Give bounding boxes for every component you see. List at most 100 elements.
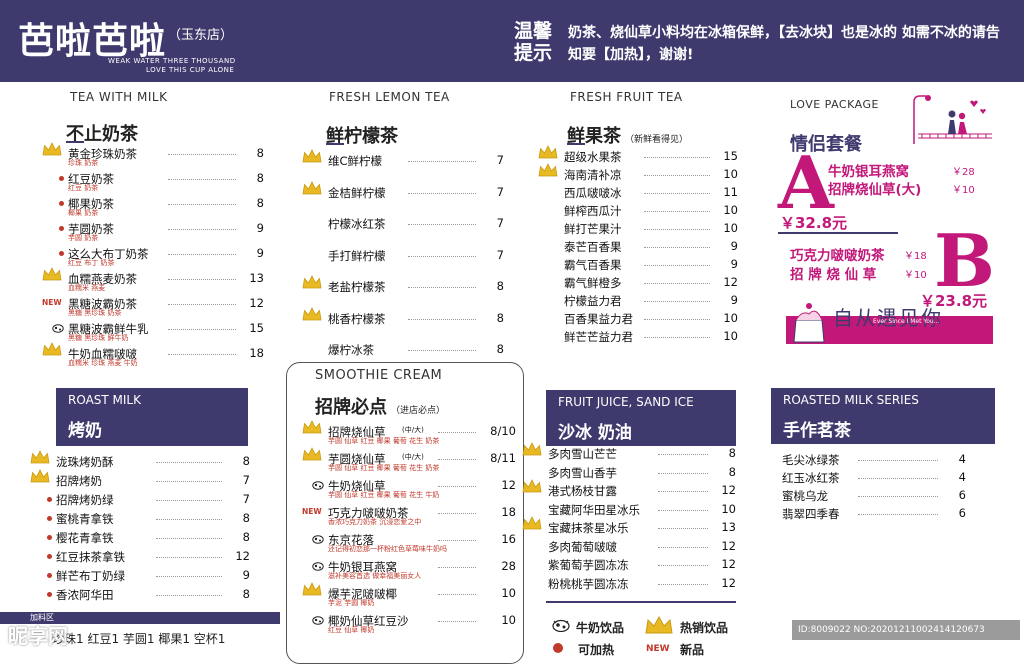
heat-dot-icon [59,176,64,181]
fruit-juice-title-en: FRUIT JUICE, SAND ICE [558,395,694,409]
menu-item-desc: 芋圆 仙草 红豆 椰果 葡萄 花生 奶茶 [328,464,440,472]
menu-item: 紫葡萄芋圆冻冻 12 [548,557,736,573]
menu-item-price: 7 [496,184,504,199]
cow-icon [312,561,324,571]
menu-item-desc: 血糯米 珍珠 燕麦 牛奶 [68,359,138,367]
menu-item-price: 10 [721,501,736,516]
menu-item: 芋圆奶茶 9 芋圆 奶茶 [68,221,264,243]
menu-item-name: 老盐柠檬茶 [328,280,386,294]
crown-icon [302,582,322,596]
heat-dot-icon [47,573,52,578]
roasted-series-title-cn: 手作茗茶 [783,421,851,441]
notice-label: 温馨提示 [514,20,553,64]
menu-item: 蜜桃青拿铁 8 [56,511,250,527]
package-b-item2: 招 牌 烧 仙 草 [790,267,877,283]
menu-item-leader [644,265,710,266]
menu-item-price: 16 [501,532,516,546]
menu-item-name: 鲜芒芒益力君 [564,330,633,344]
crown-icon [302,420,322,434]
menu-item-leader [658,491,708,492]
menu-item-desc: 黑糖 黑珍珠 奶茶 [68,309,122,317]
menu-item: 西瓜啵啵冰 11 [564,185,738,201]
roasted-series-banner: ROASTED MILK SERIES 手作茗茶 [771,388,995,444]
new-tag-icon: NEW [42,298,62,307]
menu-item-price: 12 [501,478,516,492]
menu-item: 招牌烤奶 7 [56,473,250,489]
menu-item-name: 宝藏抹茶星冰乐 [548,521,629,535]
menu-item: 海南清补凉 10 [564,167,738,183]
crown-icon [42,142,62,156]
menu-item-name: 霸气鲜橙多 [564,276,622,290]
menu-item: 宝藏抹茶星冰乐 13 [548,520,736,536]
lemon-tea-underline [326,143,344,145]
crown-icon [302,275,322,289]
menu-item-name: 手打鲜柠檬 [328,248,386,263]
package-b-item1: 巧克力啵啵奶茶 [790,248,885,264]
menu-item-name: 蜜桃乌龙 [782,489,828,503]
menu-item-price: 13 [249,271,264,285]
menu-item: 霸气鲜橙多 12 [564,275,738,291]
menu-item: 爆芋泥啵啵椰 10 芋泥 芋圆 椰奶 [328,586,516,608]
menu-item: 红豆奶茶 8 红豆 奶茶 [68,171,264,193]
menu-item-price: 7 [242,492,250,506]
crown-icon [522,479,542,493]
menu-item-leader [658,472,708,474]
new-tag-icon: NEW [302,507,322,516]
menu-item-name: 多肉葡萄啵啵 [548,539,617,554]
menu-item: 港式杨枝甘露 12 [548,483,736,499]
package-b-price2: ￥10 [904,270,927,281]
package-a-letter: A [778,140,834,225]
menu-item-leader [408,287,476,288]
menu-item-name: 招牌烤奶绿 [56,493,114,507]
menu-item: 椰奶仙草红豆沙 10 红豆 仙草 椰奶 [328,613,516,635]
crown-icon [538,145,558,159]
menu-item-name: 鲜芒布丁奶绿 [56,569,125,583]
menu-item-leader [438,486,476,487]
menu-item-desc: 芋圆 仙草 红豆 椰果 葡萄 花生 牛奶 [328,491,440,499]
menu-item-leader [644,157,710,158]
menu-item: 多肉雪山香芋 8 [548,465,736,481]
menu-item-name: 宝藏阿华田星冰乐 [548,502,640,517]
menu-item: 黑糖波霸鲜牛乳 15 黑糖 黑珍珠 鲜牛奶 [68,321,264,343]
menu-item-leader [644,283,710,284]
menu-item: 毛尖冰绿茶 4 [782,452,966,468]
menu-item-price: 10 [723,329,738,343]
menu-item-leader [858,514,938,515]
menu-item-leader [438,540,476,541]
menu-item-name: 柠檬冰红茶 [328,217,386,231]
menu-item-leader [858,460,938,461]
menu-item-price: 8/10 [490,424,516,438]
menu-item-name: 海南清补凉 [564,168,622,182]
crown-icon [30,450,50,464]
menu-item-price: 8 [256,196,264,210]
menu-item: 香浓阿华田 8 [56,587,250,603]
lemon-tea-title-en: FRESH LEMON TEA [329,90,450,104]
menu-item-leader [168,329,236,330]
menu-item-leader [168,254,236,255]
menu-item-price: 8/11 [490,451,516,465]
menu-item-price: 8 [242,511,250,525]
menu-item-name: 爆柠冰茶 [328,343,374,357]
menu-item-leader [168,304,236,305]
menu-item-price: 7 [496,247,504,262]
menu-item-leader [408,224,476,225]
branch-name: （玉东店） [168,28,234,43]
menu-item: 翡翠四季春 6 [782,506,966,522]
menu-item: 维C鲜柠檬 7 [328,153,504,169]
menu-item-leader [156,538,222,539]
heat-dot-icon [47,497,52,502]
menu-item-desc: 芋圆 奶茶 [68,234,99,242]
menu-item-leader [858,478,938,479]
menu-item: 超级水果茶 15 [564,149,738,165]
menu-item-leader [658,565,708,566]
crown-icon [30,469,50,483]
menu-item: 多肉雪山芒芒 8 [548,446,736,462]
menu-item: 柠檬冰红茶 7 [328,216,504,232]
addon-line: 珍珠1 红豆1 芋圆1 椰果1 空杯1 [52,632,226,646]
crown-icon [302,306,322,321]
heat-dot-icon [47,516,52,521]
menu-item-size: (中/大) [402,426,424,434]
menu-item-leader [438,513,476,514]
heat-dot-icon [47,535,52,540]
menu-item-price: 10 [723,203,738,217]
